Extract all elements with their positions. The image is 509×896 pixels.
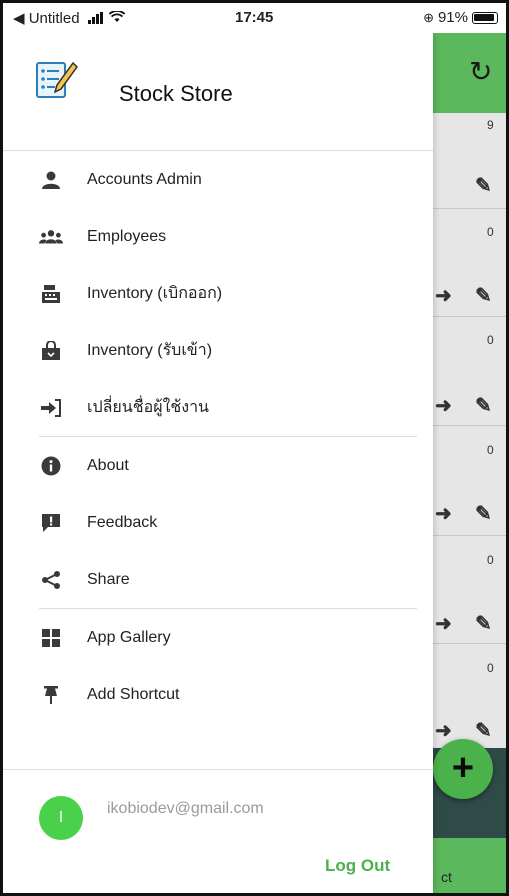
app-title: Stock Store (119, 81, 233, 106)
drawer-menu: Accounts Admin Employees Inventory (เบิก… (3, 151, 433, 723)
row-count: 0 (487, 443, 494, 457)
sign-in-icon (39, 396, 63, 420)
arrow-icon[interactable]: ➜ (435, 611, 452, 636)
menu-item-feedback[interactable]: Feedback (3, 494, 433, 551)
status-bar: ◀ Untitled 17:45 ⊕ 91% (3, 3, 506, 33)
row-count: 0 (487, 661, 494, 675)
edit-icon[interactable]: ✎ (475, 611, 492, 636)
grid-icon (39, 626, 63, 650)
menu-item-accounts-admin[interactable]: Accounts Admin (3, 151, 433, 208)
menu-label: App Gallery (87, 628, 171, 646)
menu-label: Employees (87, 227, 167, 245)
arrow-icon[interactable]: ➜ (435, 718, 452, 743)
share-icon (39, 568, 63, 592)
wifi-icon (108, 10, 125, 26)
menu-item-inventory-out[interactable]: Inventory (เบิกออก) (3, 265, 433, 322)
feedback-icon (39, 511, 63, 535)
edit-icon[interactable]: ✎ (475, 501, 492, 526)
menu-label: Add Shortcut (87, 685, 180, 703)
menu-label: Share (87, 570, 130, 588)
signal-icon (87, 12, 103, 24)
menu-label: Feedback (87, 513, 158, 531)
drawer-header: Stock Store (3, 33, 433, 151)
user-icon (39, 168, 63, 192)
battery-icon (472, 11, 498, 24)
arrow-icon[interactable]: ➜ (435, 393, 452, 418)
avatar[interactable]: I (39, 796, 83, 840)
cash-register-icon (39, 282, 63, 306)
battery-percent: 91% (437, 9, 468, 26)
back-to-app-link[interactable]: ◀ Untitled (13, 9, 80, 27)
edit-icon[interactable]: ✎ (475, 393, 492, 418)
menu-item-share[interactable]: Share (3, 551, 433, 608)
clock: 17:45 (235, 9, 274, 26)
menu-label: About (87, 456, 129, 474)
info-icon (39, 454, 63, 478)
edit-icon[interactable]: ✎ (475, 173, 492, 198)
menu-item-about[interactable]: About (3, 437, 433, 494)
edit-icon[interactable]: ✎ (475, 718, 492, 743)
shopping-bag-icon (39, 339, 63, 363)
arrow-icon[interactable]: ➜ (435, 283, 452, 308)
refresh-icon[interactable]: ↻ (469, 55, 492, 88)
user-email: ikobiodev@gmail.com (107, 800, 264, 817)
menu-label: Inventory (เบิกออก) (87, 285, 223, 302)
menu-item-change-username[interactable]: เปลี่ยนชื่อผู้ใช้งาน (3, 379, 433, 436)
orientation-lock-icon: ⊕ (423, 9, 434, 25)
users-icon (39, 225, 63, 249)
drawer-footer: I ikobiodev@gmail.com Log Out (3, 769, 433, 893)
row-count: 9 (487, 118, 494, 132)
logout-button[interactable]: Log Out (325, 856, 390, 876)
menu-item-inventory-in[interactable]: Inventory (รับเข้า) (3, 322, 433, 379)
menu-item-employees[interactable]: Employees (3, 208, 433, 265)
menu-item-app-gallery[interactable]: App Gallery (3, 609, 433, 666)
row-count: 0 (487, 333, 494, 347)
checklist-logo-icon (33, 57, 79, 103)
arrow-icon[interactable]: ➜ (435, 501, 452, 526)
pin-icon (39, 683, 63, 707)
menu-label: เปลี่ยนชื่อผู้ใช้งาน (87, 399, 209, 416)
menu-label: Inventory (รับเข้า) (87, 342, 213, 359)
menu-label: Accounts Admin (87, 170, 202, 188)
add-fab-button[interactable]: + (433, 739, 493, 799)
menu-item-add-shortcut[interactable]: Add Shortcut (3, 666, 433, 723)
row-count: 0 (487, 225, 494, 239)
phone-frame: ↻ 9 ✎ 0 ➜ ✎ 0 ➜ ✎ 0 ➜ ✎ 0 ➜ ✎ 0 ➜ ✎ ct +… (0, 0, 509, 896)
navigation-drawer: Stock Store Accounts Admin Employees Inv… (3, 33, 433, 893)
row-count: 0 (487, 553, 494, 567)
edit-icon[interactable]: ✎ (475, 283, 492, 308)
bottom-bar-label: ct (441, 869, 452, 885)
